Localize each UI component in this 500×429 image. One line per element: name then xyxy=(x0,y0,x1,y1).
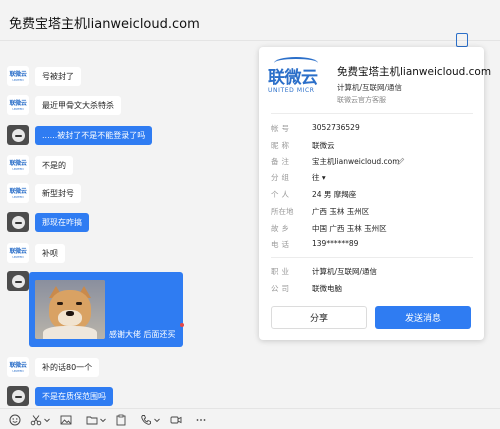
send-message-button[interactable]: 发送消息 xyxy=(375,306,471,329)
chat-title: 免费宝塔主机lianweicloud.com xyxy=(9,17,200,32)
avatar[interactable]: 联微云 UNITED xyxy=(7,183,29,203)
chevron-down-icon[interactable] xyxy=(43,414,51,426)
folder-icon[interactable] xyxy=(86,414,98,426)
message-bubble[interactable]: 号被封了 xyxy=(35,66,81,86)
shiba-photo[interactable] xyxy=(35,280,105,339)
avatar[interactable] xyxy=(7,271,29,291)
more-icon[interactable] xyxy=(195,414,207,426)
field-phone: 电话 139******89 xyxy=(271,239,359,249)
brand-logo: 联微云 UNITED MICR xyxy=(268,57,323,103)
edit-icon[interactable] xyxy=(397,157,405,165)
unread-dot xyxy=(180,323,184,327)
avatar[interactable]: 联微云 UNITED xyxy=(7,155,29,175)
message-bubble[interactable]: 不是在质保范围吗 xyxy=(35,386,113,406)
message-row: 那现在咋搞 xyxy=(7,212,89,232)
message-bubble[interactable]: 那现在咋搞 xyxy=(35,212,89,232)
field-location: 所在地 广西 玉林 玉州区 xyxy=(271,207,370,216)
profile-industry: 计算机/互联网/通信 xyxy=(337,83,403,92)
avatar[interactable] xyxy=(7,125,29,145)
avatar[interactable]: 联微云 UNITED xyxy=(7,95,29,115)
message-bubble[interactable]: 新型封号 xyxy=(35,183,81,203)
field-group[interactable]: 分组往 ▾ xyxy=(271,172,471,184)
image-icon[interactable] xyxy=(60,414,72,426)
field-hometown: 故乡 中国 广西 玉林 玉州区 xyxy=(271,224,387,233)
message-row: 不是在质保范围吗 xyxy=(7,386,113,406)
message-row xyxy=(7,271,29,291)
image-message-bubble[interactable]: 感谢大佬 后面还买 xyxy=(29,272,183,347)
message-row: 联微云 UNITED 补呗 xyxy=(7,243,65,263)
image-caption: 感谢大佬 后面还买 xyxy=(109,330,176,339)
avatar[interactable]: 联微云 UNITED xyxy=(7,66,29,86)
message-bubble[interactable]: 不是的 xyxy=(35,155,73,175)
chevron-down-icon[interactable] xyxy=(153,414,161,426)
field-personal: 个人 24 男 摩羯座 xyxy=(271,190,357,199)
field-remark[interactable]: 备注 宝主机lianweicloud.com xyxy=(271,156,471,168)
avatar[interactable]: 联微云 UNITED xyxy=(7,357,29,377)
avatar[interactable]: 联微云 UNITED xyxy=(7,243,29,263)
share-button[interactable]: 分享 xyxy=(271,306,367,329)
field-company: 公司 联微电脑 xyxy=(271,284,342,293)
divider xyxy=(271,113,473,114)
message-row: 联微云 UNITED 补的话80一个 xyxy=(7,357,100,377)
phone-icon[interactable] xyxy=(140,414,152,426)
message-row: ......被封了不是不能登录了吗 xyxy=(7,125,153,145)
message-bubble[interactable]: 补的话80一个 xyxy=(35,357,100,377)
message-row: 联微云 UNITED 不是的 xyxy=(7,155,73,175)
video-icon[interactable] xyxy=(170,414,182,426)
message-bubble[interactable]: 补呗 xyxy=(35,243,65,263)
field-nickname: 昵称 联微云 xyxy=(271,141,335,150)
scissors-icon[interactable] xyxy=(30,414,42,426)
profile-name: 免费宝塔主机lianweicloud.com xyxy=(337,66,492,78)
chevron-down-icon[interactable] xyxy=(99,414,107,426)
field-occupation: 职业 计算机/互联网/通信 xyxy=(271,267,378,276)
message-row: 联微云 UNITED 最近甲骨文大杀特杀 xyxy=(7,95,121,115)
input-toolbar xyxy=(0,408,500,429)
profile-card: 联微云 UNITED MICR 免费宝塔主机lianweicloud.com 计… xyxy=(259,47,491,340)
title-bar: 免费宝塔主机lianweicloud.com xyxy=(0,0,500,40)
message-row: 联微云 UNITED 号被封了 xyxy=(7,66,81,86)
emoji-icon[interactable] xyxy=(9,414,21,426)
avatar[interactable] xyxy=(7,386,29,406)
message-bubble[interactable]: 最近甲骨文大杀特杀 xyxy=(35,95,121,115)
field-account: 帐号 3052736529 xyxy=(271,123,360,133)
avatar[interactable] xyxy=(7,212,29,232)
message-row: 联微云 UNITED 新型封号 xyxy=(7,183,81,203)
profile-signature: 联微云官方客服 xyxy=(337,96,386,104)
divider xyxy=(271,257,473,258)
clipboard-icon[interactable] xyxy=(115,414,127,426)
message-bubble[interactable]: ......被封了不是不能登录了吗 xyxy=(35,125,153,145)
